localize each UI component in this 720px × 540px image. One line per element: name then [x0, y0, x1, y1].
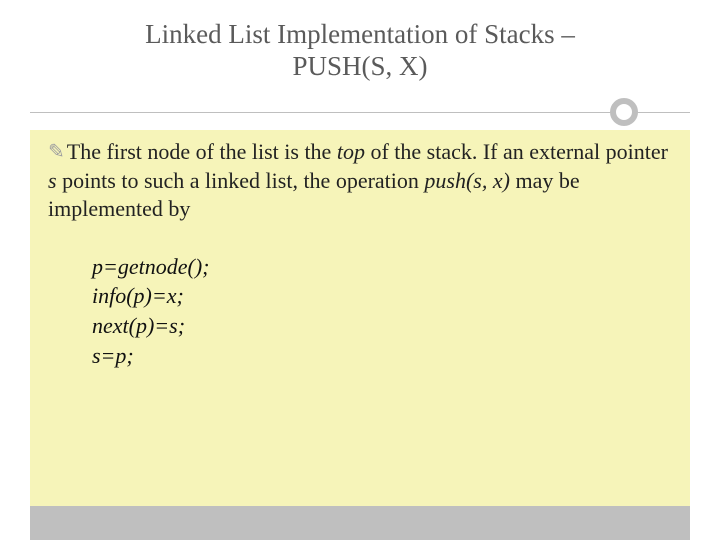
slide-header: Linked List Implementation of Stacks – P… — [0, 0, 720, 83]
bullet-text-2: of the stack. If an external pointer — [365, 139, 668, 164]
slide: Linked List Implementation of Stacks – P… — [0, 0, 720, 540]
bullet-icon: ✎ — [48, 141, 65, 163]
code-line-4: s=p; — [92, 341, 672, 371]
content-area: ✎The first node of the list is the top o… — [30, 130, 690, 506]
bullet-paragraph: ✎The first node of the list is the top o… — [48, 138, 672, 224]
bullet-text-3: points to such a linked list, the operat… — [57, 168, 425, 193]
divider-line — [30, 112, 690, 113]
code-line-2: info(p)=x; — [92, 281, 672, 311]
code-line-1: p=getnode(); — [92, 252, 672, 282]
footer-bar — [30, 506, 690, 540]
bullet-word-push: push(s, x) — [424, 168, 510, 193]
title-divider — [30, 98, 690, 128]
bullet-text-1: The first node of the list is the — [67, 139, 337, 164]
bullet-word-top: top — [337, 139, 365, 164]
title-line-2: PUSH(S, X) — [292, 51, 427, 81]
ring-icon — [610, 98, 638, 126]
slide-title: Linked List Implementation of Stacks – P… — [30, 18, 690, 83]
title-line-1: Linked List Implementation of Stacks – — [145, 19, 575, 49]
code-block: p=getnode(); info(p)=x; next(p)=s; s=p; — [92, 252, 672, 371]
code-line-3: next(p)=s; — [92, 311, 672, 341]
bullet-word-s: s — [48, 168, 57, 193]
